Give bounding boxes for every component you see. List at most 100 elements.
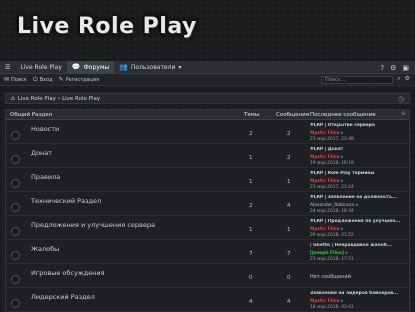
goto-post-icon[interactable]: ▸	[341, 130, 344, 136]
nav-home-label: Live Role Play	[20, 63, 62, 71]
forum-name[interactable]: Технический Раздел	[31, 197, 101, 205]
register-icon: ✎	[58, 76, 64, 83]
forum-row: Жалобы 7 7 | Ghetto | Неправдивое жалоб...[…	[6, 240, 409, 264]
subnav-login[interactable]: ⏻ Вход	[33, 76, 53, 84]
last-post-title[interactable]: Заявления на лидеров байкеров...	[310, 291, 410, 298]
last-post-title[interactable]: #LRP | Открытие сервера	[310, 123, 410, 130]
main-navbar: ☰ Live Role Play 💬 Форумы 👥 Пользователи ▾ …	[0, 60, 415, 74]
subnav-login-label: Вход	[39, 76, 53, 83]
forum-status-icon	[11, 227, 20, 236]
settings-icon[interactable]: ⚙	[390, 64, 396, 72]
goto-post-icon[interactable]: ▸	[341, 154, 344, 160]
nav-forums-label: Форумы	[83, 63, 110, 71]
category-title[interactable]: Общий Раздел	[10, 112, 52, 118]
last-post-author[interactable]: Mystic Flinx	[310, 131, 340, 136]
message-count: 2	[287, 131, 291, 137]
collapse-icon[interactable]: ⊖	[401, 111, 406, 117]
goto-post-icon[interactable]: ▸	[341, 298, 344, 304]
forum-name[interactable]: Жалобы	[31, 245, 59, 253]
header-messages: Сообщения	[276, 112, 310, 118]
subnav-register-label: Регистрация	[65, 76, 100, 83]
last-post-author[interactable]: [Joseph Flinx]	[310, 251, 344, 256]
forum-name[interactable]: Донат	[31, 149, 52, 157]
topic-count: 2	[249, 131, 253, 137]
login-icon: ⏻	[32, 75, 38, 83]
last-post-title[interactable]: | Ghetto | Неправдивое жалоб...	[310, 243, 410, 250]
forum-name[interactable]: Правила	[31, 173, 60, 181]
topic-count: 2	[249, 203, 253, 209]
hamburger-icon[interactable]: ☰	[5, 64, 10, 71]
subnav-search[interactable]: ✉ Поиск	[4, 76, 27, 83]
last-post-date: 19 мар 2018, 16:19	[310, 161, 354, 167]
last-post: #LRP | Предложения по улучшен... Mystic F…	[310, 219, 410, 240]
last-post: #LRP | Role Play термины Mystic Flinx ▸ 23…	[310, 171, 410, 192]
subnav-register[interactable]: ✎ Регистрация	[59, 76, 100, 83]
gear-icon[interactable]: ⚙	[405, 75, 410, 83]
topic-count: 1	[249, 155, 253, 161]
forum-name[interactable]: Лидерский Раздел	[31, 293, 95, 301]
message-count: 4	[287, 203, 291, 209]
last-post-date: 24 мар 2018, 18:34	[310, 209, 354, 215]
nav-home[interactable]: Live Role Play	[15, 61, 67, 74]
navbar-right-icons: ? ⚙ ▣	[380, 61, 409, 74]
last-post-title[interactable]: #LRP | Предложения по улучшен...	[310, 219, 410, 226]
subnav-search-label: Поиск	[11, 76, 27, 83]
site-logo[interactable]: Live Role Play	[17, 14, 197, 39]
last-post-date: 23 мар 2017, 23:48	[310, 137, 354, 143]
search-input[interactable]: Поиск...	[321, 76, 393, 84]
chevron-down-icon: ▾	[178, 63, 182, 71]
last-post-title[interactable]: #LRP | Заявление на должность...	[310, 195, 410, 202]
last-post: Заявления на лидеров байкеров... Mystic F…	[310, 291, 410, 312]
last-post: #LRP | Заявление на должность... Alexande…	[310, 195, 410, 216]
message-count: 7	[287, 251, 291, 257]
message-count: 1	[287, 179, 291, 185]
nav-forums[interactable]: 💬 Форумы	[66, 60, 115, 74]
last-post: #LRP | Открытие сервера Mystic Flinx ▸ 23 …	[310, 123, 410, 144]
nav-users[interactable]: 👥 Пользователи ▾	[114, 61, 186, 74]
home-icon[interactable]: ⌂	[11, 95, 15, 102]
forum-table: Общий Раздел Темы Сообщения Последнее со…	[5, 109, 410, 312]
help-icon[interactable]: ?	[380, 64, 384, 72]
last-post-date: 23 мар 2017, 21:24	[310, 185, 354, 191]
goto-post-icon[interactable]: ▸	[341, 178, 344, 184]
forum-row: Правила 1 1 #LRP | Role Play термины Mystic …	[6, 168, 409, 192]
forum-status-icon	[11, 131, 20, 140]
last-post-title[interactable]: #LRP | Role Play термины	[310, 171, 410, 178]
forum-name[interactable]: Игровые обсуждения	[31, 269, 105, 277]
forum-status-icon	[11, 179, 20, 188]
table-header: Общий Раздел Темы Сообщения Последнее со…	[6, 110, 409, 120]
last-post-date: 18 мар 2018, 03:41	[310, 305, 354, 311]
last-post-author[interactable]: Mystic Flinx	[310, 299, 340, 304]
menu-toggle[interactable]: ☰	[0, 61, 15, 74]
clock-icon[interactable]: ◷	[398, 95, 404, 103]
last-post-title[interactable]: #LRP | Донат	[310, 147, 410, 154]
nav-users-label: Пользователи	[130, 63, 176, 71]
no-posts-text: Нет сообщений	[310, 274, 351, 280]
goto-post-icon[interactable]: ▸	[345, 250, 348, 256]
topic-count: 7	[249, 251, 253, 257]
forum-status-icon	[11, 203, 20, 212]
last-post-author[interactable]: Mystic Flinx	[310, 227, 340, 232]
goto-post-icon[interactable]: ▸	[356, 202, 359, 208]
topic-count: 4	[249, 299, 253, 305]
forum-row: Предложения и улучшения сервера 1 1 #LRP | …	[6, 216, 409, 240]
header-topics: Темы	[244, 112, 260, 118]
forum-name[interactable]: Предложения и улучшения сервера	[31, 221, 155, 229]
last-post: #LRP | Донат Mystic Flinx ▸ 19 мар 2018, 1…	[310, 147, 410, 168]
last-post-author[interactable]: Alexander_Robinson	[310, 203, 355, 208]
breadcrumb-item[interactable]: Live Role Play	[62, 96, 100, 102]
forum-name[interactable]: Новости	[31, 125, 59, 133]
last-post-date: 23 мар 2018, 17:51	[310, 257, 354, 263]
user-menu-icon[interactable]: ▣	[402, 64, 409, 72]
forum-row: Игровые обсуждения 0 0 Нет сообщений	[6, 264, 409, 288]
last-post: | Ghetto | Неправдивое жалоб... [Joseph F…	[310, 243, 410, 264]
goto-post-icon[interactable]: ▸	[341, 226, 344, 232]
last-post: Нет сообщений	[310, 267, 410, 287]
forum-row: Технический Раздел 2 4 #LRP | Заявление на …	[6, 192, 409, 216]
breadcrumb-item[interactable]: Live Role Play	[18, 96, 56, 102]
last-post-author[interactable]: Mystic Flinx	[310, 179, 340, 184]
forum-status-icon	[11, 251, 20, 260]
last-post-author[interactable]: Mystic Flinx	[310, 155, 340, 160]
search-icon[interactable]: ⌕	[397, 75, 400, 83]
message-count: 0	[287, 275, 291, 281]
